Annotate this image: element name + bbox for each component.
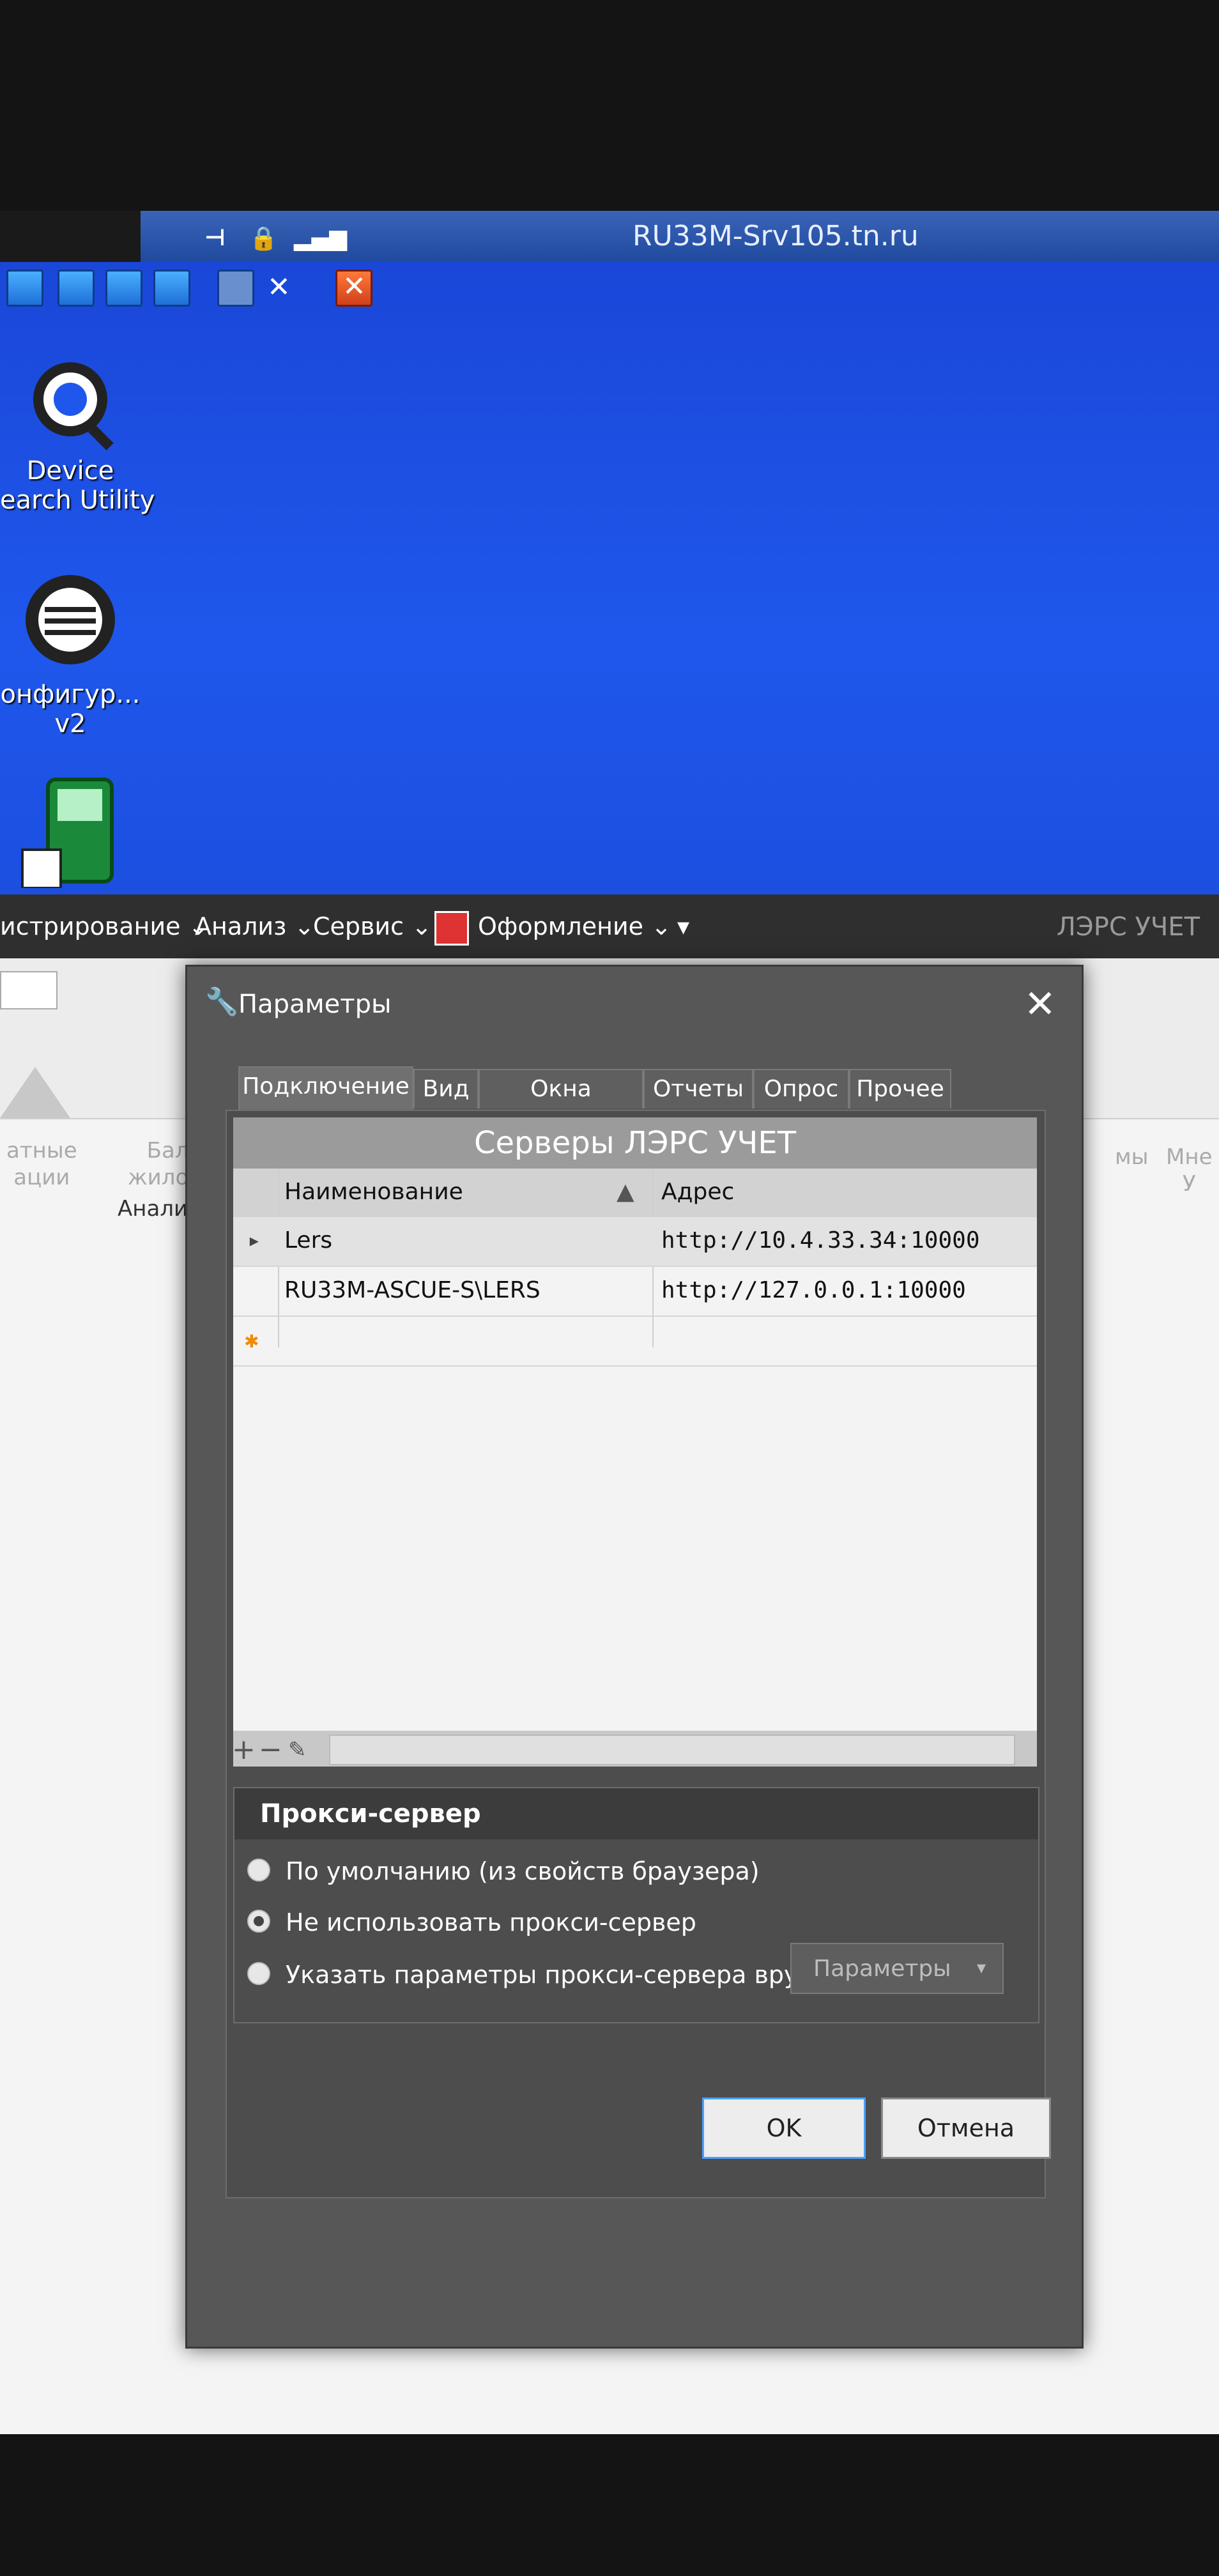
close-session-button[interactable]: ✕	[335, 270, 372, 307]
server-name[interactable]: Lers	[284, 1227, 332, 1254]
column-address-header[interactable]: Адрес	[661, 1179, 734, 1205]
wrench-icon: 🔧	[205, 986, 239, 1017]
dialog-title: Параметры	[238, 990, 392, 1019]
servers-grid: Серверы ЛЭРС УЧЕТ Наименование ▲ Адрес ▸…	[232, 1117, 1037, 1767]
theme-icon	[434, 911, 469, 946]
edit-row-icon[interactable]: ✎	[288, 1737, 307, 1763]
menu-administration[interactable]: истрирование ⌄	[0, 912, 208, 940]
close-icon[interactable]: ✕	[1024, 982, 1056, 1027]
app-brand: ЛЭРС УЧЕТ	[1056, 912, 1200, 942]
menu-appearance[interactable]: Оформление ⌄	[478, 912, 671, 940]
row-indicator-icon: ▸	[247, 1227, 261, 1254]
remove-row-button[interactable]: −	[259, 1733, 282, 1766]
ribbon-item-label[interactable]: атные ации	[6, 1137, 77, 1191]
tools-icon[interactable]: ✕	[267, 271, 291, 303]
desktop-icon-label: Device earch Utility	[0, 456, 155, 515]
tab-other[interactable]: Прочее	[849, 1069, 951, 1108]
cancel-button[interactable]: Отмена	[881, 2097, 1051, 2159]
menu-service[interactable]: Сервис ⌄	[313, 912, 432, 940]
proxy-params-button[interactable]: Параметры ▾	[790, 1943, 1004, 1994]
server-address[interactable]: http://10.4.33.34:10000	[661, 1227, 980, 1254]
app-icon	[21, 778, 114, 889]
new-row-asterisk-icon: ✱	[245, 1327, 259, 1353]
window-button[interactable]	[6, 270, 43, 307]
server-address[interactable]: http://127.0.0.1:10000	[661, 1277, 966, 1303]
table-row[interactable]: RU33M-ASCUE-S\LERS http://127.0.0.1:1000…	[233, 1267, 1037, 1317]
radio-label: Не использовать прокси-сервер	[286, 1908, 696, 1936]
lock-icon: 🔒	[249, 226, 278, 252]
desktop-icon-device-search[interactable]: Device earch Utility	[0, 351, 155, 515]
fullscreen-button[interactable]	[57, 270, 95, 307]
grid-footer: + − ✎	[232, 1731, 1037, 1767]
radio-default[interactable]	[247, 1859, 270, 1882]
proxy-params-label: Параметры	[813, 1956, 951, 1982]
desktop-icon-label: онфигур... v2	[0, 680, 141, 739]
menu-bar: истрирование ⌄ Анализ ⌄ Сервис ⌄ Оформле…	[0, 894, 1219, 958]
add-row-button[interactable]: +	[232, 1733, 256, 1766]
grid-caption: Серверы ЛЭРС УЧЕТ	[233, 1117, 1037, 1169]
column-name-header[interactable]: Наименование	[284, 1179, 463, 1205]
grid-header: Наименование ▲ Адрес	[233, 1169, 1037, 1217]
x-icon: ✕	[342, 270, 366, 303]
search-gear-icon	[33, 362, 114, 450]
windows-button[interactable]	[217, 270, 254, 307]
tab-polling[interactable]: Опрос	[753, 1069, 849, 1108]
gear-icon	[26, 575, 115, 664]
server-name[interactable]: RU33M-ASCUE-S\LERS	[284, 1277, 540, 1303]
signal-icon: ▂▄▆	[294, 225, 348, 251]
proxy-group-title: Прокси-сервер	[234, 1788, 1038, 1839]
square-button-2[interactable]	[153, 270, 190, 307]
monitor-screen: ⊣ 🔒 ▂▄▆ RU33M-Srv105.tn.ru ✕ ✕ Device ea…	[0, 211, 1219, 2434]
tab-view[interactable]: Вид	[413, 1069, 479, 1108]
parameters-dialog: 🔧 Параметры ✕ Подключение Вид Окна свойс…	[185, 965, 1084, 2349]
desktop-icon-app[interactable]	[0, 773, 141, 891]
desktop-icon-configurator[interactable]: онфигур... v2	[0, 569, 141, 739]
menu-analysis[interactable]: Анализ ⌄	[195, 912, 314, 940]
tab-strip: Подключение Вид Окна свойств Отчеты Опро…	[238, 1066, 1024, 1140]
new-row[interactable]: ✱	[233, 1317, 1037, 1367]
ok-button[interactable]: OK	[702, 2097, 866, 2159]
remote-desktop: ✕ ✕ Device earch Utility онфигур... v2	[0, 262, 1219, 894]
sort-asc-icon[interactable]: ▲	[617, 1179, 634, 1205]
chevron-down-icon: ▾	[977, 1957, 986, 1978]
search-input[interactable]	[0, 971, 57, 1009]
connection-tab-panel: Серверы ЛЭРС УЧЕТ Наименование ▲ Адрес ▸…	[226, 1110, 1046, 2198]
warning-icon	[0, 1067, 70, 1118]
square-button[interactable]	[105, 270, 142, 307]
radio-label: По умолчанию (из свойств браузера)	[286, 1857, 760, 1885]
pin-icon[interactable]: ⊣	[204, 225, 226, 251]
radio-none[interactable]	[247, 1910, 270, 1933]
tab-reports[interactable]: Отчеты	[643, 1069, 753, 1108]
vm-toolbar: ✕ ✕	[0, 262, 396, 313]
table-row[interactable]: ▸ Lers http://10.4.33.34:10000	[233, 1217, 1037, 1267]
radio-label: Указать параметры прокси-сервера вручную	[286, 1961, 864, 1989]
radio-manual[interactable]	[247, 1962, 270, 1985]
rdp-connection-bar: ⊣ 🔒 ▂▄▆ RU33M-Srv105.tn.ru	[141, 211, 1219, 263]
ribbon-item-right[interactable]: мы	[1115, 1144, 1149, 1170]
menu-overflow-icon[interactable]: ▾	[677, 912, 689, 940]
horizontal-scrollbar[interactable]	[329, 1735, 1015, 1765]
tab-connection[interactable]: Подключение	[238, 1066, 413, 1110]
tab-property-windows[interactable]: Окна свойств	[479, 1069, 643, 1140]
rdp-host-title: RU33M-Srv105.tn.ru	[632, 220, 919, 252]
ribbon-item-mnemo[interactable]: Мне У	[1166, 1144, 1212, 1197]
